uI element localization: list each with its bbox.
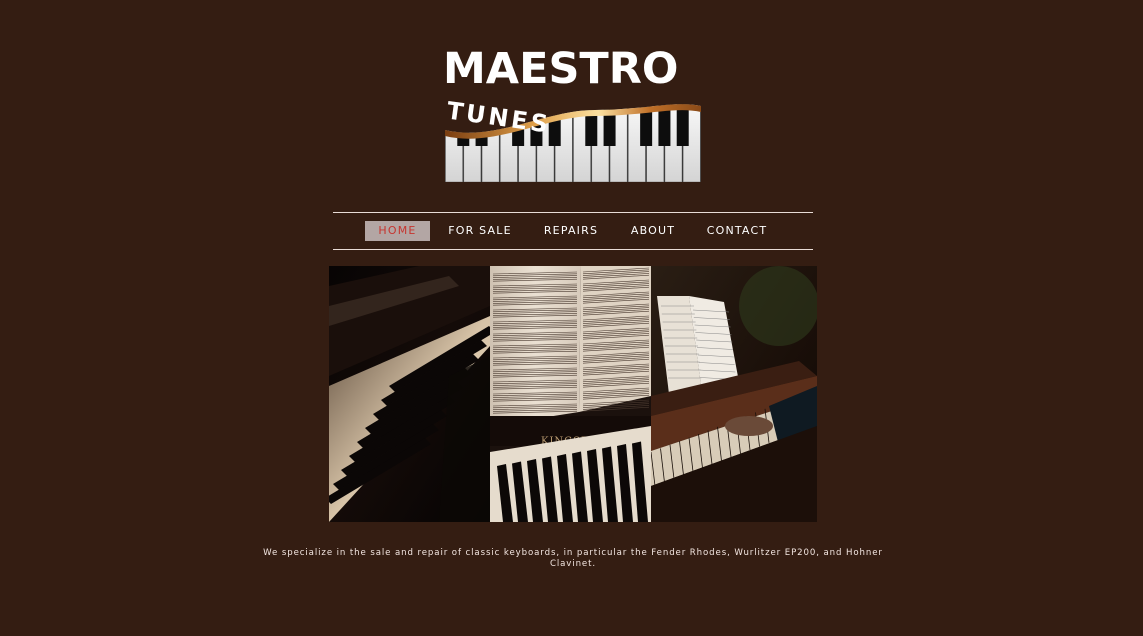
hero-collage: KINGSBUR <box>329 266 817 522</box>
logo[interactable]: MAESTRO TUNES <box>441 46 705 184</box>
nav-repairs[interactable]: REPAIRS <box>536 221 606 241</box>
tagline: We specialize in the sale and repair of … <box>263 547 883 569</box>
hero-photo-hands-playing <box>651 266 817 522</box>
hero-photo-keys <box>329 266 490 522</box>
nav-home[interactable]: HOME <box>365 221 430 241</box>
logo-keyboard-art: TUNES <box>445 96 701 182</box>
nav-for-sale[interactable]: FOR SALE <box>442 221 518 241</box>
nav-about[interactable]: ABOUT <box>624 221 682 241</box>
logo-title: MAESTRO <box>443 44 679 94</box>
main-nav: HOME FOR SALE REPAIRS ABOUT CONTACT <box>333 212 813 250</box>
hero-photo-sheet-music: KINGSBUR <box>490 266 651 522</box>
nav-contact[interactable]: CONTACT <box>700 221 774 241</box>
page: MAESTRO TUNES HOME FOR SALE REPAIRS ABOU… <box>0 0 1143 636</box>
